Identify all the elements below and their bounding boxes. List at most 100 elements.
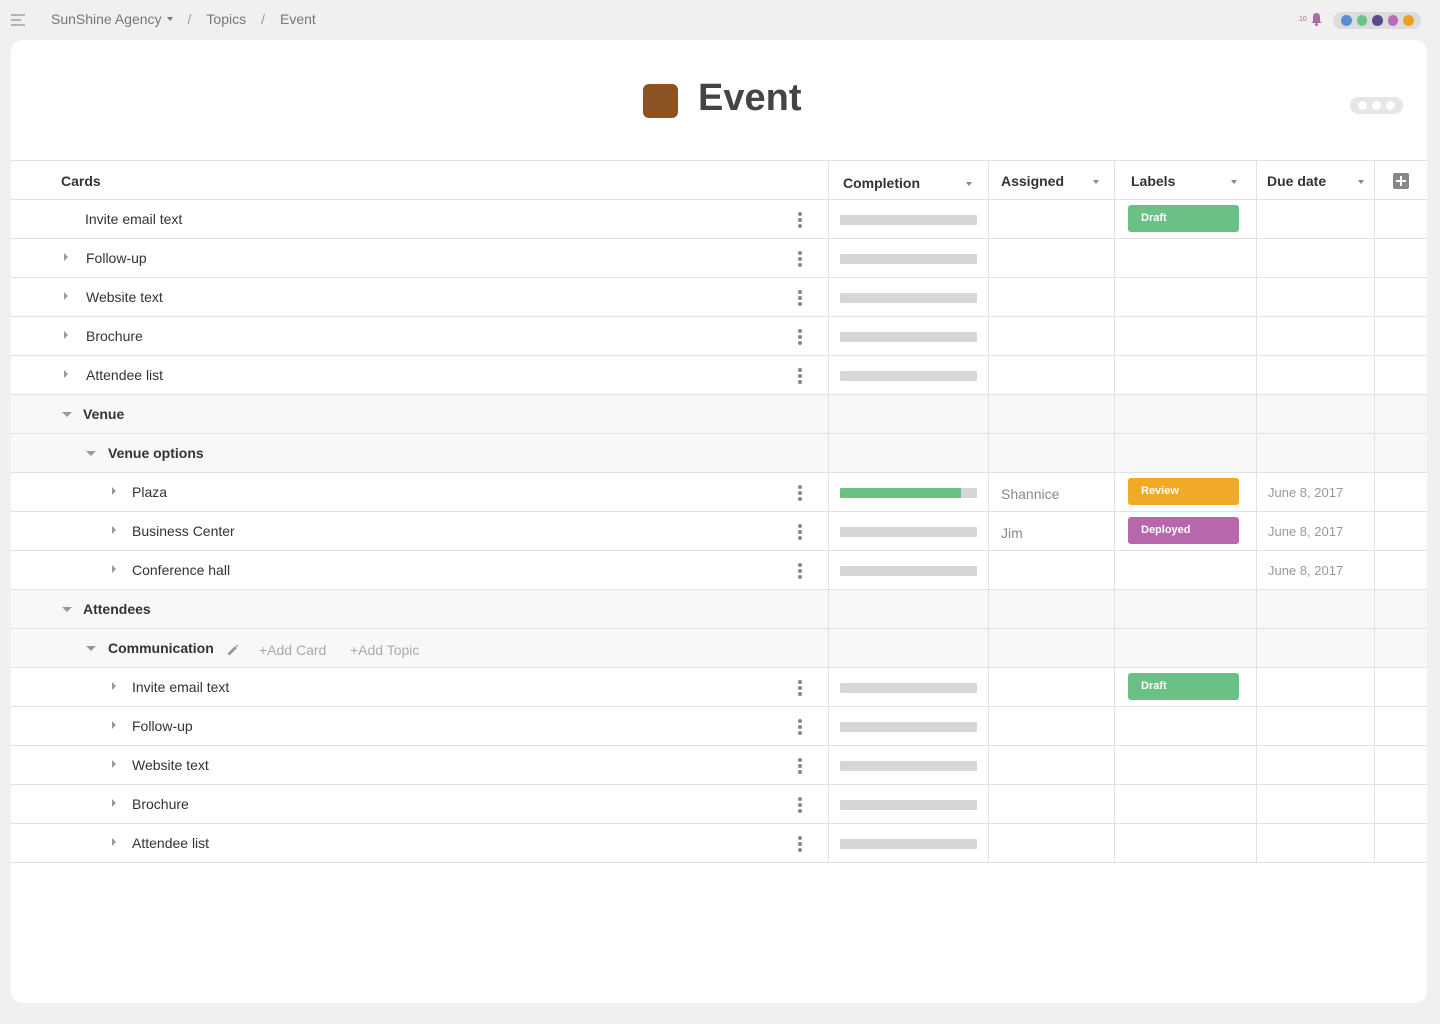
card-title[interactable]: Brochure xyxy=(86,328,143,344)
labels-cell[interactable] xyxy=(1114,707,1256,745)
completion-bar[interactable] xyxy=(840,488,977,498)
group-title[interactable]: Venue xyxy=(83,406,124,422)
page-title[interactable]: Event xyxy=(698,77,801,120)
labels-cell[interactable] xyxy=(1114,434,1256,472)
more-options-button[interactable] xyxy=(1350,97,1403,114)
more-vertical-icon[interactable] xyxy=(797,485,803,501)
card-title[interactable]: Plaza xyxy=(132,484,167,500)
more-vertical-icon[interactable] xyxy=(797,836,803,852)
members-avatars[interactable] xyxy=(1333,12,1421,29)
labels-cell[interactable]: Draft xyxy=(1114,668,1256,706)
expand-toggle-icon[interactable] xyxy=(112,526,116,534)
completion-bar[interactable] xyxy=(840,293,977,303)
assigned-cell[interactable] xyxy=(988,434,1114,472)
assigned-cell[interactable] xyxy=(988,200,1114,238)
assignee-name[interactable]: Jim xyxy=(1001,525,1023,541)
completion-bar[interactable] xyxy=(840,254,977,264)
collapse-toggle-icon[interactable] xyxy=(86,646,96,651)
labels-cell[interactable] xyxy=(1114,824,1256,862)
completion-bar[interactable] xyxy=(840,332,977,342)
expand-toggle-icon[interactable] xyxy=(112,760,116,768)
more-vertical-icon[interactable] xyxy=(797,563,803,579)
more-vertical-icon[interactable] xyxy=(797,251,803,267)
due-date-cell[interactable] xyxy=(1256,200,1374,238)
assigned-cell[interactable] xyxy=(988,629,1114,667)
more-vertical-icon[interactable] xyxy=(797,290,803,306)
due-date-cell[interactable] xyxy=(1256,824,1374,862)
due-date-cell[interactable] xyxy=(1256,356,1374,394)
assigned-cell[interactable] xyxy=(988,707,1114,745)
assigned-cell[interactable] xyxy=(988,239,1114,277)
expand-toggle-icon[interactable] xyxy=(64,370,68,378)
labels-cell[interactable] xyxy=(1114,629,1256,667)
more-vertical-icon[interactable] xyxy=(797,758,803,774)
completion-bar[interactable] xyxy=(840,722,977,732)
labels-cell[interactable] xyxy=(1114,746,1256,784)
more-vertical-icon[interactable] xyxy=(797,680,803,696)
add-topic-link[interactable]: +Add Topic xyxy=(350,642,419,658)
topic-color-swatch[interactable] xyxy=(643,84,678,118)
assigned-cell[interactable] xyxy=(988,551,1114,589)
assigned-cell[interactable] xyxy=(988,746,1114,784)
assigned-cell[interactable]: Shannice xyxy=(988,473,1114,511)
completion-bar[interactable] xyxy=(840,371,977,381)
completion-bar[interactable] xyxy=(840,215,977,225)
column-header-due-date[interactable]: Due date xyxy=(1256,161,1374,199)
labels-cell[interactable] xyxy=(1114,551,1256,589)
expand-toggle-icon[interactable] xyxy=(112,487,116,495)
add-column-icon[interactable] xyxy=(1393,173,1409,189)
due-date[interactable]: June 8, 2017 xyxy=(1268,485,1343,500)
card-title[interactable]: Attendee list xyxy=(132,835,209,851)
label-badge[interactable]: Draft xyxy=(1128,205,1239,232)
more-vertical-icon[interactable] xyxy=(797,368,803,384)
group-title[interactable]: Attendees xyxy=(83,601,151,617)
assigned-cell[interactable] xyxy=(988,278,1114,316)
column-header-assigned[interactable]: Assigned xyxy=(988,161,1114,199)
subgroup-title[interactable]: Communication xyxy=(108,640,214,656)
more-vertical-icon[interactable] xyxy=(797,524,803,540)
due-date-cell[interactable] xyxy=(1256,785,1374,823)
completion-bar[interactable] xyxy=(840,761,977,771)
expand-toggle-icon[interactable] xyxy=(112,799,116,807)
expand-toggle-icon[interactable] xyxy=(112,721,116,729)
label-badge[interactable]: Deployed xyxy=(1128,517,1239,544)
due-date-cell[interactable] xyxy=(1256,278,1374,316)
menu-icon[interactable] xyxy=(11,14,25,26)
subgroup-title[interactable]: Venue options xyxy=(108,445,204,461)
member-avatar[interactable] xyxy=(1403,15,1414,26)
expand-toggle-icon[interactable] xyxy=(64,331,68,339)
card-title[interactable]: Invite email text xyxy=(85,211,182,227)
label-badge[interactable]: Review xyxy=(1128,478,1239,505)
collapse-toggle-icon[interactable] xyxy=(62,607,72,612)
due-date-cell[interactable] xyxy=(1256,395,1374,433)
assigned-cell[interactable] xyxy=(988,785,1114,823)
column-header-labels[interactable]: Labels xyxy=(1114,161,1256,199)
labels-cell[interactable] xyxy=(1114,590,1256,628)
due-date-cell[interactable] xyxy=(1256,707,1374,745)
labels-cell[interactable] xyxy=(1114,239,1256,277)
expand-toggle-icon[interactable] xyxy=(112,682,116,690)
due-date-cell[interactable] xyxy=(1256,746,1374,784)
expand-toggle-icon[interactable] xyxy=(112,838,116,846)
card-title[interactable]: Website text xyxy=(132,757,209,773)
completion-bar[interactable] xyxy=(840,527,977,537)
due-date-cell[interactable]: June 8, 2017 xyxy=(1256,551,1374,589)
labels-cell[interactable] xyxy=(1114,395,1256,433)
due-date[interactable]: June 8, 2017 xyxy=(1268,563,1343,578)
assigned-cell[interactable]: Jim xyxy=(988,512,1114,550)
due-date-cell[interactable]: June 8, 2017 xyxy=(1256,512,1374,550)
assigned-cell[interactable] xyxy=(988,824,1114,862)
assigned-cell[interactable] xyxy=(988,317,1114,355)
assigned-cell[interactable] xyxy=(988,590,1114,628)
completion-bar[interactable] xyxy=(840,566,977,576)
card-title[interactable]: Attendee list xyxy=(86,367,163,383)
completion-bar[interactable] xyxy=(840,800,977,810)
assigned-cell[interactable] xyxy=(988,395,1114,433)
card-title[interactable]: Invite email text xyxy=(132,679,229,695)
more-vertical-icon[interactable] xyxy=(797,719,803,735)
labels-cell[interactable]: Draft xyxy=(1114,200,1256,238)
chevron-down-icon[interactable] xyxy=(1358,180,1364,184)
card-title[interactable]: Follow-up xyxy=(132,718,193,734)
due-date-cell[interactable] xyxy=(1256,317,1374,355)
card-title[interactable]: Follow-up xyxy=(86,250,147,266)
